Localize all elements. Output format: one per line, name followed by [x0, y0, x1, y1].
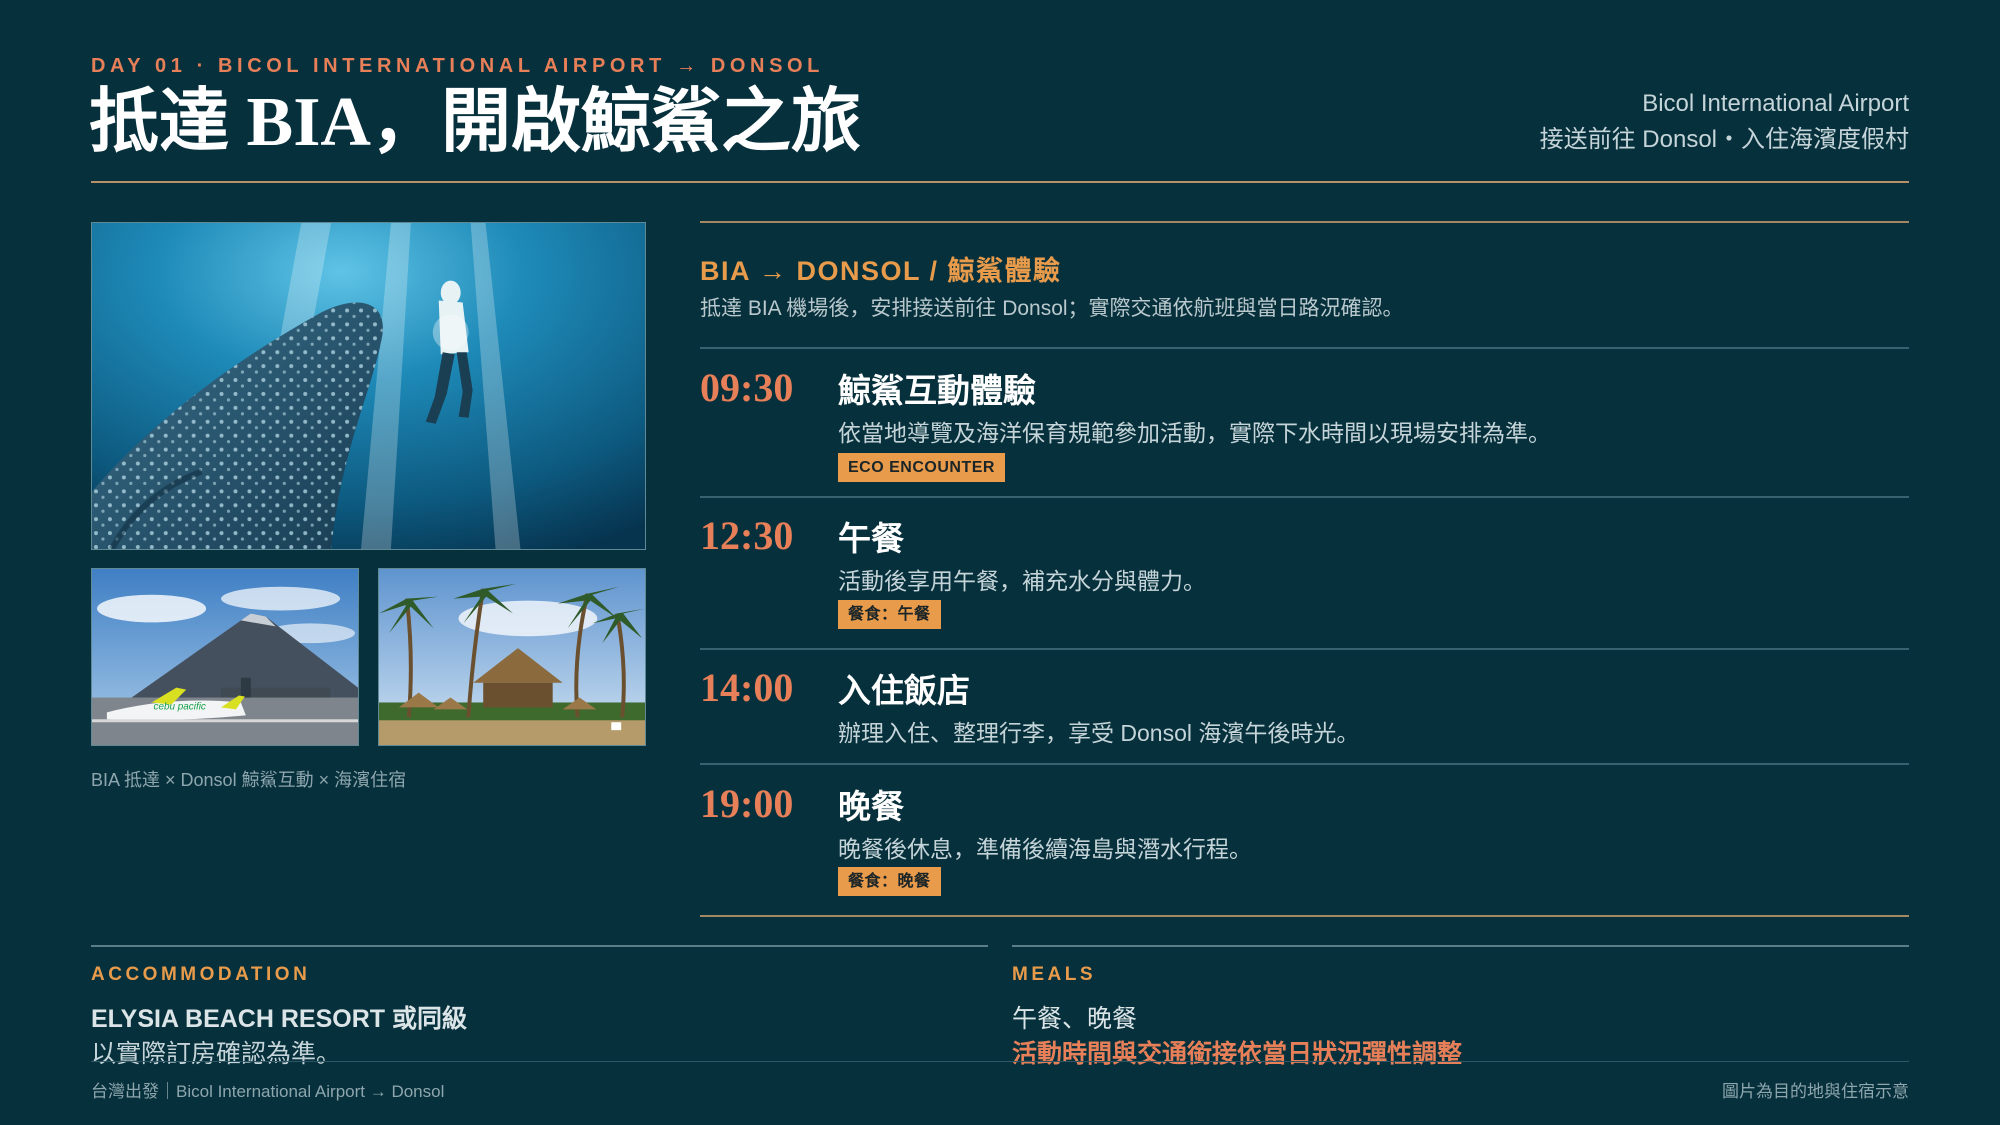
- meals-divider: [1012, 945, 1909, 947]
- schedule-title: 鯨鯊互動體驗: [838, 372, 1036, 409]
- photo-caption: BIA 抵達 × Donsol 鯨鯊互動 × 海濱住宿: [91, 770, 407, 790]
- schedule-title: 午餐: [838, 520, 904, 557]
- schedule-tag: ECO ENCOUNTER: [838, 453, 1005, 482]
- footer-divider: [91, 1061, 1909, 1062]
- meals-note: 活動時間與交通銜接依當日狀況彈性調整: [1012, 1040, 1463, 1068]
- page-title: 抵達 BIA，開啟鯨鯊之旅: [89, 84, 861, 161]
- route-top-divider: [700, 221, 1909, 223]
- header-divider: [91, 181, 1909, 183]
- schedule-time: 09:30: [700, 365, 794, 410]
- schedule-time: 14:00: [700, 665, 794, 710]
- airline-logo-text: cebu pacific: [154, 701, 206, 712]
- schedule-tag: 餐食：午餐: [838, 600, 941, 629]
- schedule-description: 活動後享用午餐，補充水分與體力。: [838, 568, 1206, 594]
- divider: [700, 347, 1909, 349]
- schedule-title: 入住飯店: [838, 672, 970, 709]
- route-description: 抵達 BIA 機場後，安排接送前往 Donsol；實際交通依航班與當日路況確認。: [700, 297, 1404, 320]
- schedule-description: 依當地導覽及海洋保育規範參加活動，實際下水時間以現場安排為準。: [838, 420, 1551, 446]
- divider: [700, 648, 1909, 650]
- schedule-description: 辦理入住、整理行李，享受 Donsol 海濱午後時光。: [838, 720, 1360, 746]
- route-title: BIA → DONSOL / 鯨鯊體驗: [700, 256, 1062, 286]
- schedule-time: 12:30: [700, 513, 794, 558]
- accommodation-label: ACCOMMODATION: [91, 964, 311, 985]
- divider: [700, 496, 1909, 498]
- meals-label: MEALS: [1012, 964, 1096, 985]
- schedule-time: 19:00: [700, 781, 794, 826]
- schedule-bottom-divider: [700, 915, 1909, 917]
- schedule-tag: 餐食：晚餐: [838, 867, 941, 896]
- footer-image-note: 圖片為目的地與住宿示意: [1722, 1082, 1909, 1101]
- header-location: Bicol International Airport 接送前往 Donsol・…: [1540, 86, 1909, 158]
- divider: [700, 763, 1909, 765]
- footer-route: 台灣出發｜Bicol International Airport → Donso…: [91, 1082, 445, 1101]
- accommodation-divider: [91, 945, 988, 947]
- header-location-line2: 接送前往 Donsol・入住海濱度假村: [1539, 126, 1909, 153]
- schedule-title: 晚餐: [838, 788, 904, 825]
- meals-value: 午餐、晚餐: [1012, 1005, 1138, 1033]
- itinerary-page: DAY 01 · BICOL INTERNATIONAL AIRPORT → D…: [0, 0, 2000, 1125]
- airport-photo: cebu pacific: [91, 568, 359, 746]
- accommodation-note: 以實際訂房確認為準。: [91, 1040, 342, 1068]
- header-location-line1: Bicol International Airport: [1642, 90, 1909, 117]
- schedule-description: 晚餐後休息，準備後續海島與潛水行程。: [838, 836, 1252, 862]
- resort-photo: [378, 568, 646, 746]
- day-label: DAY 01 · BICOL INTERNATIONAL AIRPORT → D…: [91, 55, 824, 77]
- accommodation-name: ELYSIA BEACH RESORT 或同級: [91, 1005, 467, 1033]
- whale-shark-photo: [91, 222, 646, 550]
